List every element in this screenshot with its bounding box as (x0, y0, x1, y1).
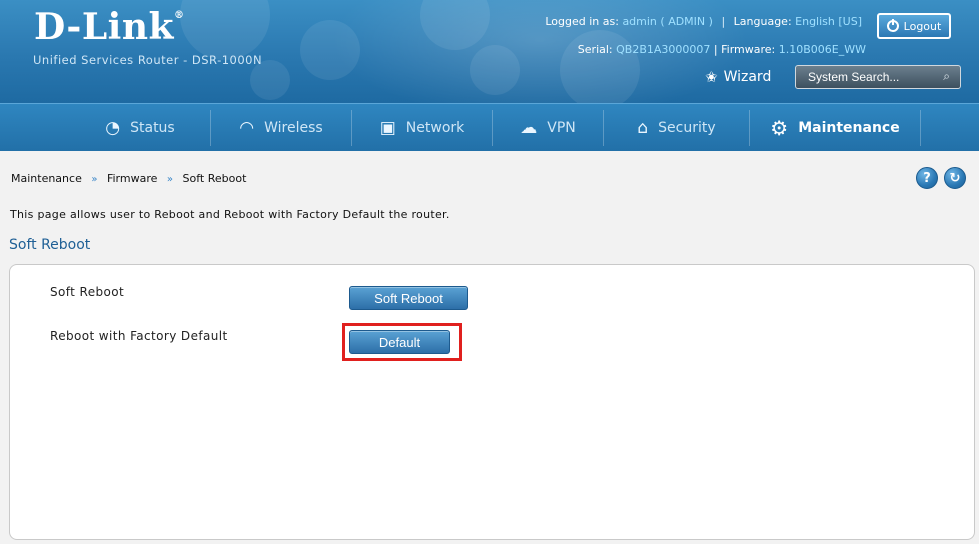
nav-label: Wireless (264, 119, 323, 136)
nav-divider (920, 110, 921, 146)
soft-reboot-button[interactable]: Soft Reboot (349, 286, 468, 310)
nav-network[interactable]: ▣ Network (352, 104, 492, 151)
language-label: Language: (733, 15, 792, 28)
logged-in-user: admin ( ADMIN ) (622, 15, 713, 28)
breadcrumb-maintenance[interactable]: Maintenance (11, 172, 82, 185)
main-nav: ◔ Status ◠ Wireless ▣ Network ☁ VPN ⌂ Se… (0, 103, 979, 151)
nav-vpn[interactable]: ☁ VPN (493, 104, 603, 151)
session-info: Logged in as: admin ( ADMIN ) | Language… (545, 15, 862, 28)
factory-default-label: Reboot with Factory Default (50, 329, 228, 343)
decor-bubble (300, 20, 360, 80)
serial-value: QB2B1A3000007 (616, 43, 711, 56)
divider: | (721, 15, 726, 28)
decor-bubble (420, 0, 490, 50)
language-value[interactable]: English [US] (795, 15, 862, 28)
logged-in-label: Logged in as: (545, 15, 619, 28)
decor-bubble (560, 30, 640, 103)
nav-label: Maintenance (798, 119, 900, 136)
firmware-value: 1.10B006E_WW (778, 43, 866, 56)
wifi-icon: ◠ (239, 117, 255, 138)
refresh-icon[interactable]: ↻ (944, 167, 966, 189)
nav-status[interactable]: ◔ Status (70, 104, 210, 151)
highlight-box (342, 323, 462, 361)
page-actions: ? ↻ (916, 167, 966, 189)
gauge-icon: ◔ (105, 117, 121, 138)
monitor-icon: ▣ (379, 117, 396, 138)
logout-button[interactable]: Logout (877, 13, 951, 39)
search-input[interactable] (808, 70, 928, 84)
chevron-right-icon: » (166, 174, 174, 185)
search-icon[interactable]: ⌕ (943, 69, 950, 84)
help-icon[interactable]: ? (916, 167, 938, 189)
nav-label: Network (405, 119, 465, 136)
nav-label: VPN (547, 119, 576, 136)
serial-label: Serial: (577, 43, 613, 56)
wizard-label: Wizard (723, 69, 772, 85)
soft-reboot-label: Soft Reboot (50, 285, 125, 299)
divider: | (713, 43, 718, 56)
breadcrumb-firmware[interactable]: Firmware (107, 172, 157, 185)
gears-icon: ⚙ (770, 115, 789, 140)
breadcrumb: Maintenance » Firmware » Soft Reboot (11, 172, 246, 185)
device-info: Serial: QB2B1A3000007 | Firmware: 1.10B0… (578, 43, 866, 56)
decor-bubble (180, 0, 270, 60)
system-search[interactable]: ⌕ (795, 65, 961, 89)
nav-wireless[interactable]: ◠ Wireless (211, 104, 351, 151)
wand-icon: ✬ (705, 68, 718, 86)
section-title: Soft Reboot (9, 237, 91, 253)
nav-label: Security (658, 119, 716, 136)
header-banner: D-Link® Unified Services Router - DSR-10… (0, 0, 979, 103)
cloud-lock-icon: ☁ (520, 117, 538, 138)
nav-label: Status (130, 119, 175, 136)
wizard-link[interactable]: ✬ Wizard (705, 68, 771, 86)
product-subtitle: Unified Services Router - DSR-1000N (33, 53, 263, 67)
dlink-logo: D-Link® (34, 6, 185, 48)
decor-bubble (470, 45, 520, 95)
nav-maintenance[interactable]: ⚙ Maintenance (750, 104, 920, 151)
logout-label: Logout (903, 19, 942, 33)
page-description: This page allows user to Reboot and Rebo… (10, 208, 450, 221)
firmware-label: Firmware: (721, 43, 776, 56)
lock-icon: ⌂ (637, 117, 649, 138)
power-icon (886, 19, 899, 32)
breadcrumb-soft-reboot: Soft Reboot (182, 172, 247, 185)
nav-security[interactable]: ⌂ Security (604, 104, 749, 151)
reboot-panel (9, 264, 975, 540)
chevron-right-icon: » (91, 174, 98, 185)
